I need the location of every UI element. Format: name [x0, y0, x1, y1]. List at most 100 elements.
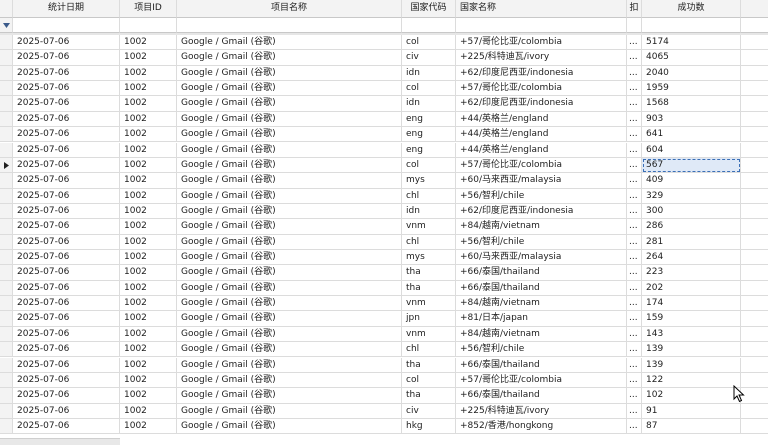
column-header-d[interactable]: 扣: [627, 0, 642, 18]
cell-country-code[interactable]: vnm: [402, 219, 456, 235]
cell-d[interactable]: ...: [627, 173, 642, 189]
cell-country-code[interactable]: chl: [402, 342, 456, 358]
cell-country-name[interactable]: +56/智利/chile: [456, 342, 627, 358]
cell-project-name[interactable]: Google / Gmail (谷歌): [177, 219, 402, 235]
cell-country-code[interactable]: idn: [402, 65, 456, 82]
cell-country-name[interactable]: +60/马来西亚/malaysia: [456, 173, 627, 189]
row-indicator[interactable]: [0, 234, 13, 250]
cell-date[interactable]: 2025-07-06: [13, 81, 120, 97]
table-row[interactable]: 2025-07-06 1002 Google / Gmail (谷歌) mys +60/…: [0, 173, 768, 189]
cell-date[interactable]: 2025-07-06: [13, 173, 120, 189]
cell-project-id[interactable]: 1002: [120, 326, 177, 343]
cell-success-count[interactable]: 281: [642, 234, 741, 250]
column-header-project-name[interactable]: 项目名称: [177, 0, 402, 18]
cell-country-name[interactable]: +57/哥伦比亚/colombia: [456, 372, 627, 389]
cell-country-name[interactable]: +84/越南/vietnam: [456, 296, 627, 312]
cell-project-name[interactable]: Google / Gmail (谷歌): [177, 81, 402, 97]
cell-country-name[interactable]: +57/哥伦比亚/colombia: [456, 157, 627, 174]
cell-project-name[interactable]: Google / Gmail (谷歌): [177, 342, 402, 358]
cell-d[interactable]: ...: [627, 50, 642, 66]
cell-date[interactable]: 2025-07-06: [13, 188, 120, 204]
cell-success-count[interactable]: 122: [642, 372, 741, 389]
row-indicator[interactable]: [0, 342, 13, 358]
cell-d[interactable]: ...: [627, 188, 642, 204]
cell-country-name[interactable]: +225/科特迪瓦/ivory: [456, 403, 627, 419]
cell-d[interactable]: ...: [627, 342, 642, 358]
table-row[interactable]: 2025-07-06 1002 Google / Gmail (谷歌) idn +62/…: [0, 203, 768, 220]
cell-d[interactable]: ...: [627, 234, 642, 250]
cell-project-name[interactable]: Google / Gmail (谷歌): [177, 280, 402, 297]
row-indicator[interactable]: [0, 188, 13, 204]
cell-date[interactable]: 2025-07-06: [13, 342, 120, 358]
cell-country-code[interactable]: chl: [402, 188, 456, 204]
cell-success-count[interactable]: 139: [642, 357, 741, 373]
cell-country-code[interactable]: idn: [402, 96, 456, 112]
table-row[interactable]: 2025-07-06 1002 Google / Gmail (谷歌) col +57/…: [0, 35, 768, 51]
cell-d[interactable]: ...: [627, 96, 642, 112]
cell-success-count[interactable]: 329: [642, 188, 741, 204]
cell-project-name[interactable]: Google / Gmail (谷歌): [177, 388, 402, 404]
cell-project-id[interactable]: 1002: [120, 296, 177, 312]
cell-project-name[interactable]: Google / Gmail (谷歌): [177, 311, 402, 327]
table-row[interactable]: 2025-07-06 1002 Google / Gmail (谷歌) tha +66/…: [0, 280, 768, 297]
cell-project-id[interactable]: 1002: [120, 111, 177, 128]
cell-country-name[interactable]: +57/哥伦比亚/colombia: [456, 81, 627, 97]
cell-project-id[interactable]: 1002: [120, 403, 177, 419]
table-row[interactable]: 2025-07-06 1002 Google / Gmail (谷歌) eng +44/…: [0, 111, 768, 128]
cell-date[interactable]: 2025-07-06: [13, 35, 120, 51]
cell-project-id[interactable]: 1002: [120, 372, 177, 389]
cell-country-code[interactable]: idn: [402, 203, 456, 220]
cell-d[interactable]: ...: [627, 250, 642, 266]
row-indicator[interactable]: [0, 65, 13, 82]
cell-success-count[interactable]: 300: [642, 203, 741, 220]
cell-success-count[interactable]: 286: [642, 219, 741, 235]
cell-country-code[interactable]: vnm: [402, 296, 456, 312]
cell-d[interactable]: ...: [627, 142, 642, 158]
cell-country-name[interactable]: +44/英格兰/england: [456, 142, 627, 158]
cell-project-id[interactable]: 1002: [120, 173, 177, 189]
cell-country-name[interactable]: +44/英格兰/england: [456, 111, 627, 128]
cell-country-name[interactable]: +84/越南/vietnam: [456, 326, 627, 343]
cell-success-count[interactable]: 409: [642, 173, 741, 189]
cell-d[interactable]: ...: [627, 81, 642, 97]
cell-date[interactable]: 2025-07-06: [13, 142, 120, 158]
cell-project-name[interactable]: Google / Gmail (谷歌): [177, 35, 402, 51]
cell-project-id[interactable]: 1002: [120, 357, 177, 373]
cell-project-id[interactable]: 1002: [120, 250, 177, 266]
cell-d[interactable]: ...: [627, 388, 642, 404]
cell-project-id[interactable]: 1002: [120, 342, 177, 358]
cell-country-name[interactable]: +81/日本/japan: [456, 311, 627, 327]
cell-success-count[interactable]: 143: [642, 326, 741, 343]
cell-d[interactable]: ...: [627, 65, 642, 82]
cell-project-id[interactable]: 1002: [120, 65, 177, 82]
row-indicator[interactable]: [0, 403, 13, 419]
cell-project-name[interactable]: Google / Gmail (谷歌): [177, 96, 402, 112]
table-row[interactable]: 2025-07-06 1002 Google / Gmail (谷歌) col +57/…: [0, 81, 768, 97]
cell-success-count[interactable]: 174: [642, 296, 741, 312]
cell-project-name[interactable]: Google / Gmail (谷歌): [177, 127, 402, 143]
cell-date[interactable]: 2025-07-06: [13, 296, 120, 312]
cell-date[interactable]: 2025-07-06: [13, 111, 120, 128]
table-row[interactable]: 2025-07-06 1002 Google / Gmail (谷歌) chl +56/…: [0, 234, 768, 250]
cell-success-count[interactable]: 1568: [642, 96, 741, 112]
cell-country-name[interactable]: +56/智利/chile: [456, 234, 627, 250]
cell-country-code[interactable]: eng: [402, 142, 456, 158]
cell-date[interactable]: 2025-07-06: [13, 127, 120, 143]
cell-project-id[interactable]: 1002: [120, 81, 177, 97]
cell-project-name[interactable]: Google / Gmail (谷歌): [177, 111, 402, 128]
cell-d[interactable]: ...: [627, 296, 642, 312]
cell-date[interactable]: 2025-07-06: [13, 419, 120, 435]
row-indicator[interactable]: [0, 35, 13, 51]
cell-success-count[interactable]: 223: [642, 265, 741, 281]
cell-d[interactable]: ...: [627, 157, 642, 174]
table-row[interactable]: 2025-07-06 1002 Google / Gmail (谷歌) col +57/…: [0, 372, 768, 389]
table-row[interactable]: 2025-07-06 1002 Google / Gmail (谷歌) vnm +84/…: [0, 326, 768, 343]
cell-country-name[interactable]: +66/泰国/thailand: [456, 265, 627, 281]
cell-country-name[interactable]: +44/英格兰/england: [456, 127, 627, 143]
cell-project-name[interactable]: Google / Gmail (谷歌): [177, 142, 402, 158]
cell-project-id[interactable]: 1002: [120, 96, 177, 112]
row-indicator[interactable]: [0, 219, 13, 235]
row-indicator[interactable]: [0, 142, 13, 158]
cell-project-name[interactable]: Google / Gmail (谷歌): [177, 250, 402, 266]
cell-d[interactable]: ...: [627, 280, 642, 297]
